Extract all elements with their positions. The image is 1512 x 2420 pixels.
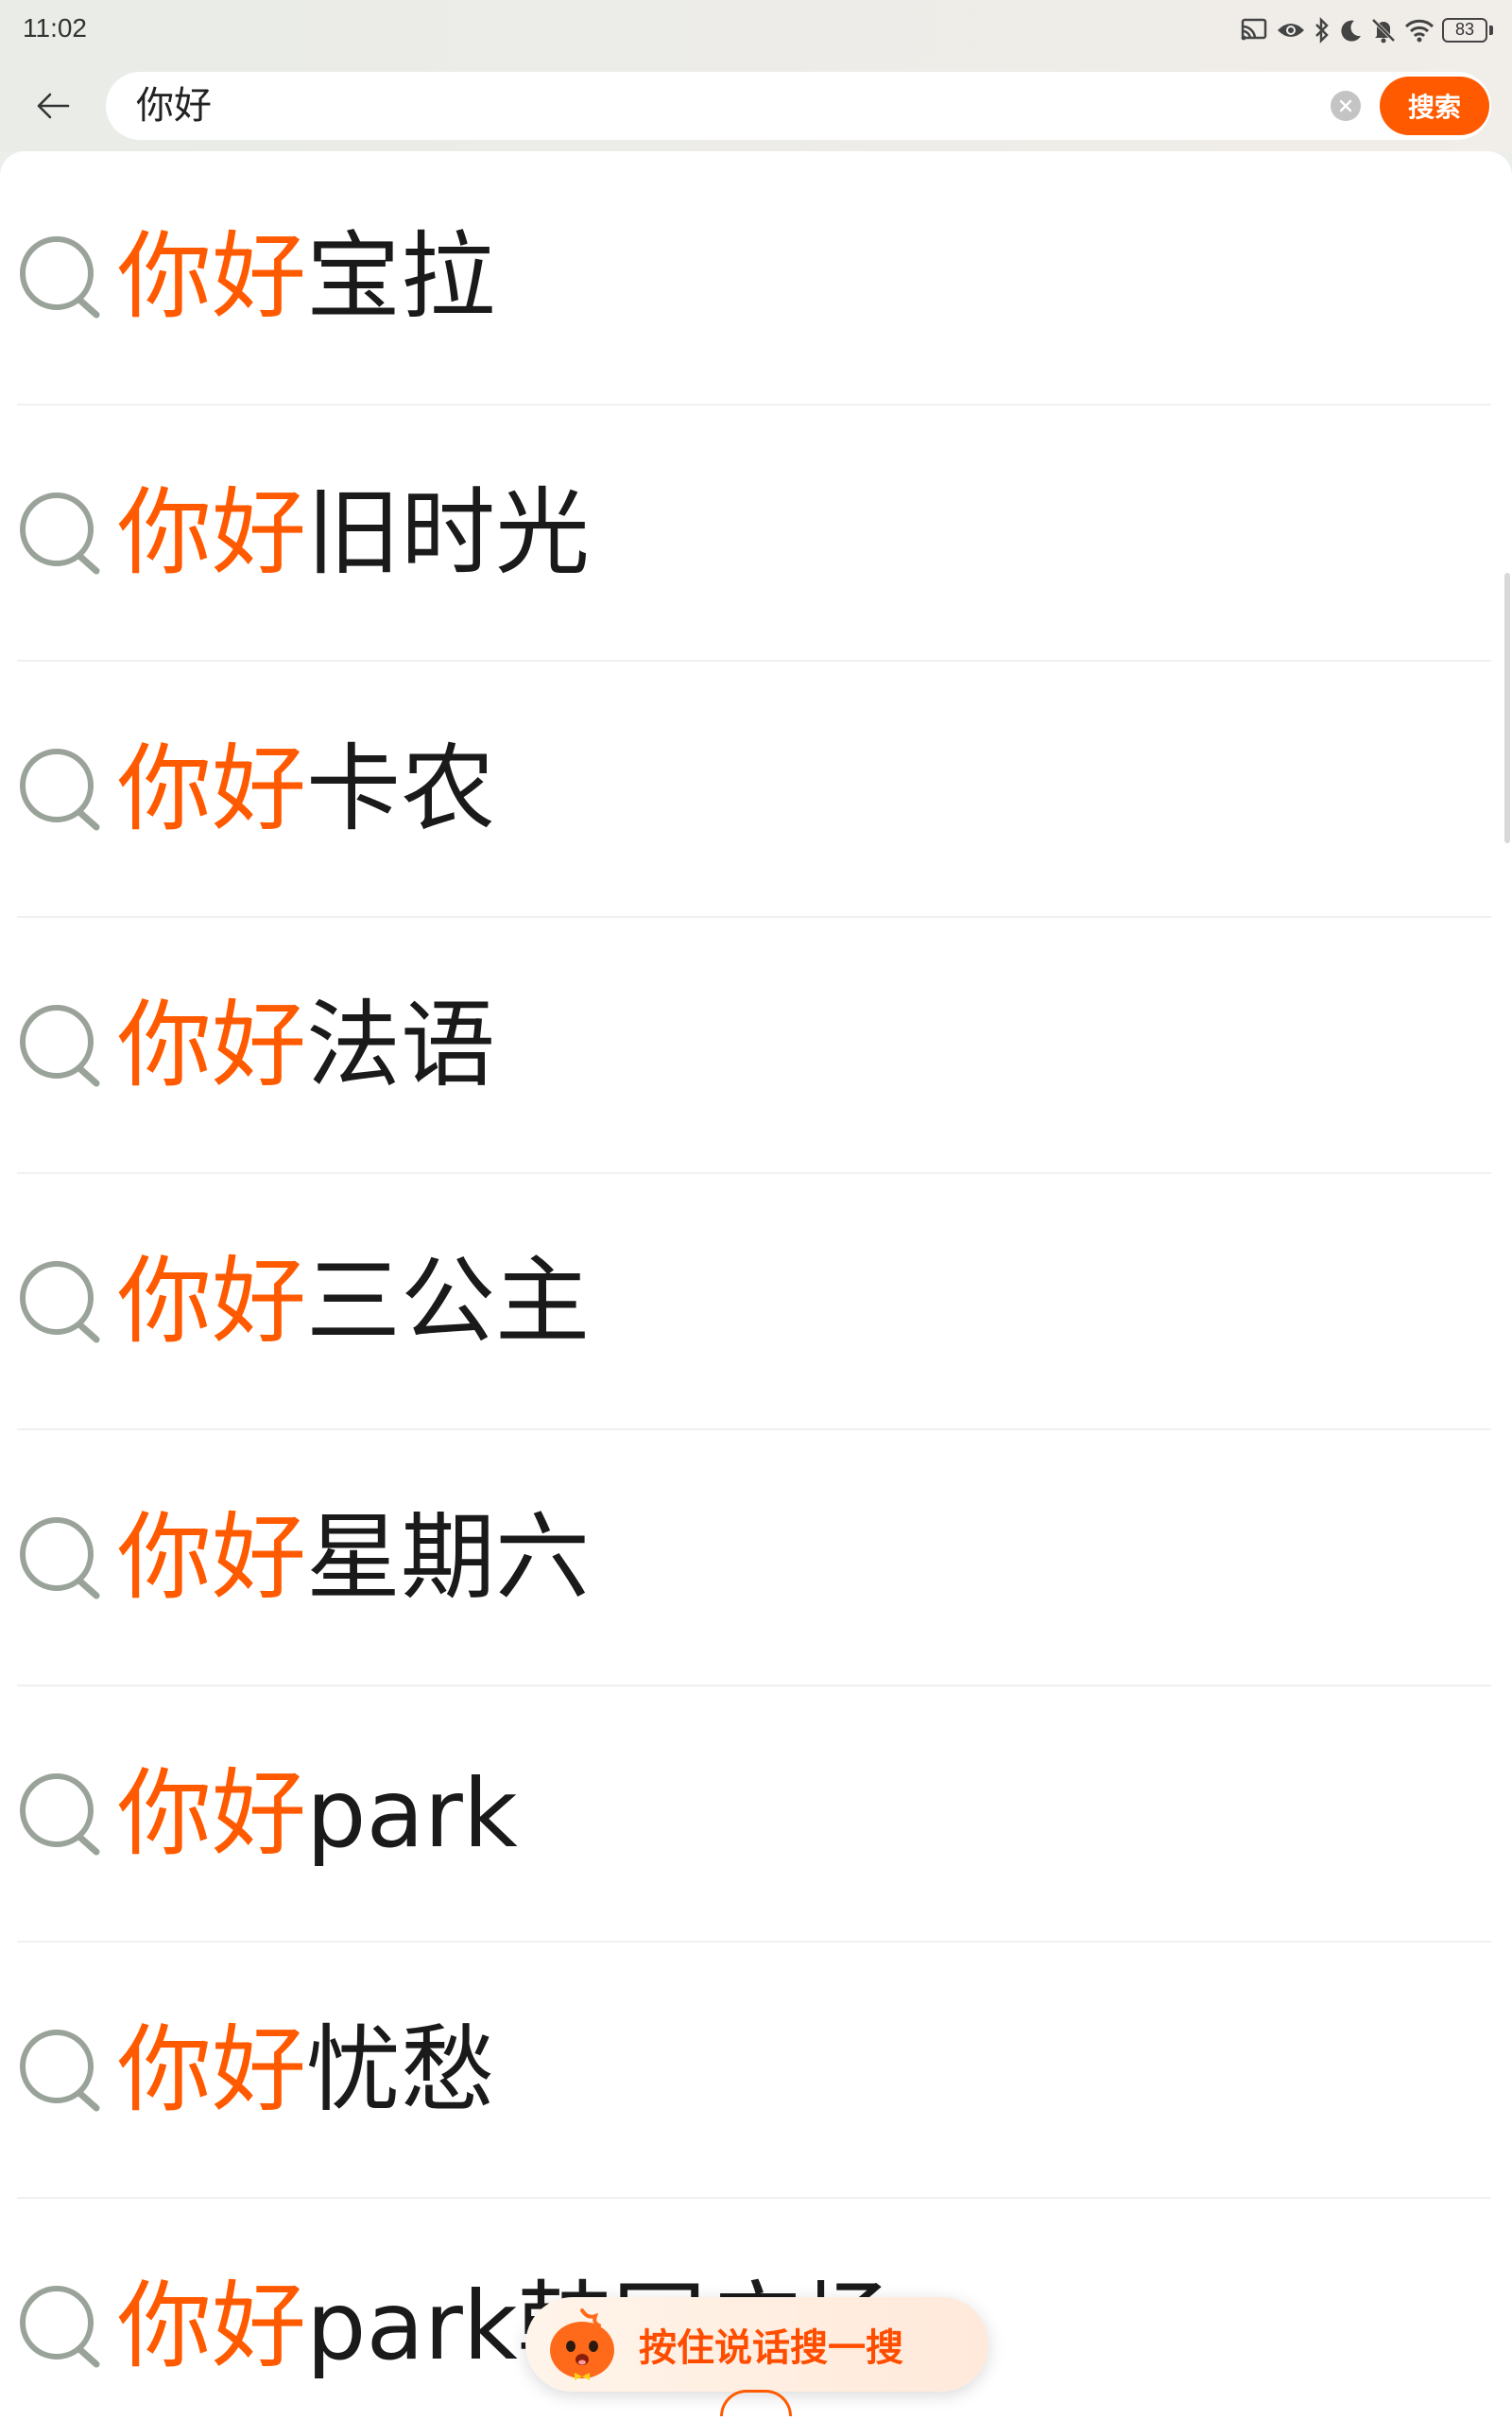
suggestion-rest: 旧时光 <box>306 476 590 588</box>
search-box: 你好 搜索 <box>106 72 1491 140</box>
suggestion-rest: park <box>306 1757 518 1869</box>
search-icon <box>20 2029 100 2111</box>
wifi-icon <box>1404 19 1435 43</box>
suggestion-rest: 星期六 <box>306 1501 590 1613</box>
scrollbar[interactable] <box>1504 573 1510 843</box>
voice-search-label: 按住说话搜一搜 <box>639 2326 903 2370</box>
search-icon <box>20 492 100 574</box>
voice-search-button[interactable]: 按住说话搜一搜 <box>525 2297 988 2392</box>
mascot-icon <box>550 2308 614 2380</box>
battery-icon: 83 <box>1442 18 1493 43</box>
suggestion-rest: 卡农 <box>306 733 495 844</box>
suggestion-highlight: 你好 <box>117 1501 306 1613</box>
suggestion-text: 你好旧时光 <box>117 480 590 585</box>
moon-icon <box>1341 20 1361 42</box>
suggestion-rest: 三公主 <box>306 1245 590 1357</box>
suggestion-item[interactable]: 你好卡农 <box>17 662 1491 918</box>
suggestion-text: 你好星期六 <box>117 1505 590 1610</box>
suggestion-item[interactable]: 你好宝拉 <box>17 151 1491 406</box>
suggestion-item[interactable]: 你好星期六 <box>17 1430 1491 1686</box>
suggestion-item[interactable]: 你好旧时光 <box>17 406 1491 662</box>
search-icon <box>20 235 100 318</box>
search-icon <box>20 2285 100 2367</box>
suggestion-highlight: 你好 <box>117 1757 306 1869</box>
suggestion-rest: 宝拉 <box>306 220 495 332</box>
suggestion-item[interactable]: 你好法语 <box>17 918 1491 1174</box>
suggestion-highlight: 你好 <box>117 989 306 1100</box>
status-bar: 11:02 83 <box>0 0 1512 60</box>
suggestion-text: 你好卡农 <box>117 733 495 844</box>
suggestion-list: 你好宝拉你好旧时光你好卡农你好法语你好三公主你好星期六你好park你好忧愁你好p… <box>0 151 1512 2420</box>
suggestion-text: 你好法语 <box>117 993 495 1098</box>
suggestion-rest: 忧愁 <box>306 2014 495 2125</box>
back-button[interactable] <box>28 81 77 130</box>
suggestion-item[interactable]: 你好三公主 <box>17 1174 1491 1430</box>
suggestion-highlight: 你好 <box>117 733 306 844</box>
suggestion-highlight: 你好 <box>117 2270 306 2381</box>
suggestion-text: 你好忧愁 <box>117 2017 495 2122</box>
suggestion-highlight: 你好 <box>117 476 306 588</box>
battery-level: 83 <box>1442 18 1487 43</box>
bell-off-icon <box>1371 18 1396 43</box>
suggestion-rest: 法语 <box>306 989 495 1100</box>
suggestion-highlight: 你好 <box>117 2014 306 2125</box>
suggestion-highlight: 你好 <box>117 220 306 332</box>
search-input[interactable]: 你好 <box>136 85 212 127</box>
arrow-left-icon <box>37 93 70 119</box>
search-icon <box>20 1260 100 1342</box>
suggestion-highlight: 你好 <box>117 1245 306 1357</box>
cast-icon <box>1241 18 1267 41</box>
suggestion-item[interactable]: 你好忧愁 <box>17 1943 1491 2199</box>
clear-button[interactable] <box>1331 91 1361 121</box>
suggestion-item[interactable]: 你好park <box>17 1686 1491 1943</box>
search-icon <box>20 748 100 830</box>
search-header: 你好 搜索 <box>0 60 1512 151</box>
status-time: 11:02 <box>23 13 87 43</box>
search-button[interactable]: 搜索 <box>1380 77 1489 135</box>
suggestion-text: 你好三公主 <box>117 1249 590 1354</box>
close-icon <box>1339 99 1352 112</box>
eye-icon <box>1278 24 1304 37</box>
search-icon <box>20 1004 100 1086</box>
suggestion-text: 你好宝拉 <box>117 224 495 329</box>
search-icon <box>20 1516 100 1599</box>
bluetooth-icon <box>1315 17 1329 43</box>
status-icons: 83 <box>1240 13 1493 47</box>
search-icon <box>20 1772 100 1855</box>
suggestion-text: 你好park <box>117 1761 518 1866</box>
